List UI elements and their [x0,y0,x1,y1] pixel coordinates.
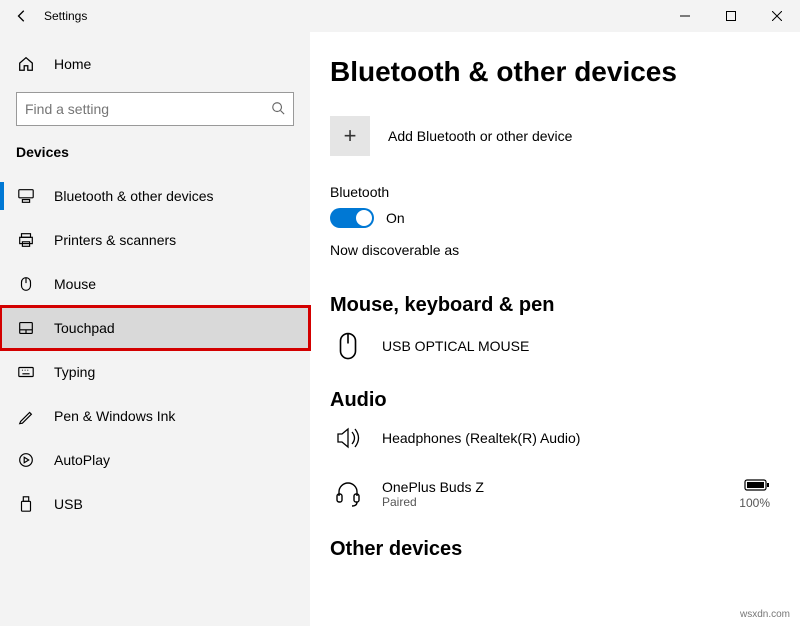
speaker-icon [330,426,366,450]
page-title: Bluetooth & other devices [330,56,770,88]
sidebar: Home Devices Bluetooth & other devices [0,32,310,626]
device-row-mouse[interactable]: USB OPTICAL MOUSE [330,331,770,361]
keyboard-icon [16,363,36,381]
sidebar-item-label: Printers & scanners [54,232,176,248]
sidebar-item-autoplay[interactable]: AutoPlay [0,438,310,482]
autoplay-icon [16,451,36,469]
search-icon [271,101,285,118]
sidebar-item-pen[interactable]: Pen & Windows Ink [0,394,310,438]
maximize-button[interactable] [708,0,754,32]
sidebar-item-usb[interactable]: USB [0,482,310,526]
sidebar-item-label: Touchpad [54,320,115,336]
usb-icon [16,495,36,513]
battery-icon [744,478,770,494]
devicelist-icon [16,187,36,205]
device-name: Headphones (Realtek(R) Audio) [382,430,770,446]
plus-icon: + [330,116,370,156]
home-icon [16,55,36,73]
device-row-buds[interactable]: OnePlus Buds Z Paired 100% [330,478,770,510]
add-device-label: Add Bluetooth or other device [388,128,572,144]
device-name: OnePlus Buds Z [382,479,723,495]
pen-icon [16,407,36,425]
section-mouse-heading: Mouse, keyboard & pen [330,294,770,317]
sidebar-item-bluetooth[interactable]: Bluetooth & other devices [0,174,310,218]
mouse-icon [16,275,36,293]
bluetooth-heading: Bluetooth [330,184,770,200]
sidebar-item-mouse[interactable]: Mouse [0,262,310,306]
sidebar-item-typing[interactable]: Typing [0,350,310,394]
sidebar-item-label: Typing [54,364,95,380]
battery-percent: 100% [739,496,770,510]
sidebar-item-label: Pen & Windows Ink [54,408,175,424]
headset-icon [330,480,366,508]
section-other-heading: Other devices [330,538,770,561]
home-label: Home [54,56,91,72]
titlebar: Settings [0,0,800,32]
window-title: Settings [44,9,87,23]
bluetooth-state: On [386,210,405,226]
touchpad-icon [16,319,36,337]
printer-icon [16,231,36,249]
sidebar-item-touchpad[interactable]: Touchpad [0,306,310,350]
search-input[interactable] [16,92,294,126]
sidebar-item-label: USB [54,496,83,512]
home-button[interactable]: Home [0,42,310,86]
bluetooth-toggle[interactable] [330,208,374,228]
device-row-headphones[interactable]: Headphones (Realtek(R) Audio) [330,426,770,450]
discoverable-text: Now discoverable as [330,242,770,258]
device-name: USB OPTICAL MOUSE [382,338,770,354]
search-field[interactable] [25,101,271,117]
sidebar-item-label: Bluetooth & other devices [54,188,214,204]
device-status: Paired [382,495,723,509]
back-button[interactable] [0,0,44,32]
section-audio-heading: Audio [330,389,770,412]
sidebar-item-label: Mouse [54,276,96,292]
sidebar-item-label: AutoPlay [54,452,110,468]
sidebar-item-printers[interactable]: Printers & scanners [0,218,310,262]
watermark: wsxdn.com [740,609,790,620]
close-button[interactable] [754,0,800,32]
battery-status: 100% [739,478,770,510]
window-controls [662,0,800,32]
minimize-button[interactable] [662,0,708,32]
mouse-icon [330,331,366,361]
sidebar-section-label: Devices [0,136,310,174]
main-panel: Bluetooth & other devices + Add Bluetoot… [310,32,800,626]
add-device-button[interactable]: + Add Bluetooth or other device [330,116,770,156]
